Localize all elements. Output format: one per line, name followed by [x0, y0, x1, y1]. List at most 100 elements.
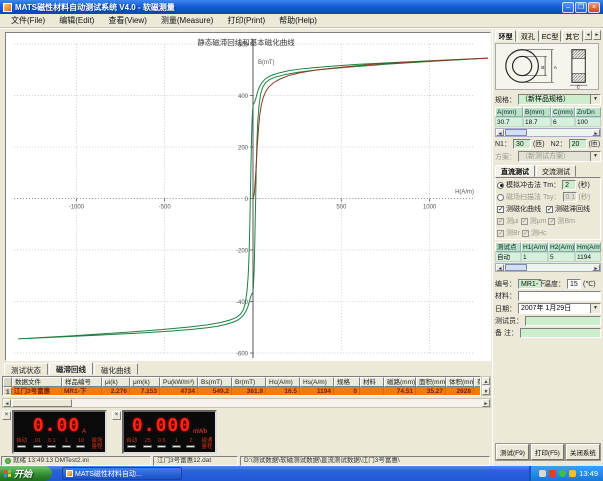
scroll-right-icon[interactable]: ►	[592, 129, 600, 136]
dim-zn[interactable]: 100	[575, 117, 601, 127]
tsy-input[interactable]: 0.1	[563, 192, 577, 202]
point-h2[interactable]: 5	[548, 252, 575, 262]
range-auto[interactable]: 自动	[126, 438, 137, 448]
tab-test-status[interactable]: 测试状态	[4, 363, 48, 375]
menu-file[interactable]: 文件(File)	[4, 14, 52, 27]
material-input[interactable]	[518, 291, 601, 301]
impulse-method-radio[interactable]	[497, 182, 504, 189]
dim-c[interactable]: 6	[551, 117, 575, 127]
dims-scrollbar[interactable]: ◄ ►	[495, 128, 601, 137]
col-header[interactable]: Pu(kW/m³)	[160, 377, 198, 387]
n1-input[interactable]: 30	[513, 139, 531, 149]
tm-input[interactable]: 2	[562, 180, 576, 190]
measure-hc-checkbox[interactable]: ✓	[522, 230, 529, 237]
menu-edit[interactable]: 编辑(Edit)	[52, 14, 101, 27]
tab-dc-test[interactable]: 直流测试	[495, 165, 535, 177]
date-picker[interactable]: 2007年 1月29日 ▼	[518, 303, 601, 314]
points-scrollbar[interactable]: ◄ ►	[495, 263, 601, 272]
range-0-5[interactable]: 0.5	[157, 438, 166, 448]
col-header[interactable]: Bs(mT)	[198, 377, 232, 387]
measure-ui-checkbox[interactable]: ✓	[497, 218, 504, 225]
col-header[interactable]: Hs(A/m)	[300, 377, 334, 387]
spec-combobox[interactable]: （新样品规格） ▼	[518, 94, 601, 105]
range-2[interactable]: 2	[186, 438, 195, 448]
sweep-method-radio[interactable]	[497, 194, 504, 201]
menu-help[interactable]: 帮助(Help)	[272, 14, 324, 27]
col-header[interactable]: 规格	[334, 377, 360, 387]
measure-br-checkbox[interactable]: ✓	[497, 230, 504, 237]
measure-um-checkbox[interactable]: ✓	[521, 218, 528, 225]
scroll-left-icon[interactable]: ◄	[3, 399, 11, 407]
range-0-1[interactable]: 0.1	[47, 438, 56, 448]
tab-hysteresis-loop[interactable]: 磁滞回线	[49, 362, 93, 375]
scrollbar-thumb[interactable]	[12, 399, 72, 407]
measure-mag-curve-checkbox[interactable]: ✓	[497, 206, 504, 213]
scroll-up-icon[interactable]: ▲	[482, 377, 490, 385]
tray-icon-4[interactable]	[569, 470, 576, 477]
chevron-down-icon[interactable]: ▼	[590, 152, 600, 161]
restore-button[interactable]: ❐	[575, 2, 587, 13]
chevron-down-icon[interactable]: ▼	[590, 304, 600, 313]
range-auto[interactable]: 自动	[16, 438, 27, 448]
shutdown-button[interactable]: 关闭系统	[566, 444, 600, 460]
range-01[interactable]: .01	[33, 438, 42, 448]
measure-bm-checkbox[interactable]: ✓	[548, 218, 555, 225]
sample-id-input[interactable]: MR1-下	[518, 279, 542, 289]
col-header[interactable]: 材料	[360, 377, 384, 387]
menu-view[interactable]: 查看(View)	[101, 14, 154, 27]
field-meter-close-icon[interactable]: ×	[2, 411, 11, 420]
menu-print[interactable]: 打印(Print)	[220, 14, 272, 27]
table-row[interactable]: 1 江门3号富惠 MR1-下 2.276 7.153 4734 549.2 36…	[3, 387, 481, 396]
tab-double-hole[interactable]: 双孔	[517, 30, 538, 42]
tray-icon-2[interactable]	[549, 470, 556, 477]
note-input[interactable]	[520, 328, 601, 338]
scroll-left-icon[interactable]: ◄	[496, 129, 504, 136]
tabs-scroll-right-icon[interactable]: ►	[593, 30, 601, 40]
close-button[interactable]: ×	[588, 2, 600, 13]
tester-input[interactable]	[525, 316, 601, 326]
dim-a[interactable]: 30.7	[495, 117, 523, 127]
start-button[interactable]: 开始	[0, 466, 52, 481]
range-10[interactable]: 10	[76, 438, 85, 448]
taskbar-item-mats[interactable]: MATS磁性材料自动...	[62, 467, 182, 480]
col-header[interactable]: Br(mT)	[232, 377, 266, 387]
col-header[interactable]: 体积(mm^3)	[446, 377, 474, 387]
test-button[interactable]: 测试(F9)	[496, 444, 529, 460]
point-h1[interactable]: 1	[521, 252, 548, 262]
point-hm[interactable]: 1194	[575, 252, 601, 262]
minimize-button[interactable]: –	[562, 2, 574, 13]
tab-other[interactable]: 其它	[562, 30, 583, 42]
tabs-scroll-left-icon[interactable]: ◄	[584, 30, 592, 40]
scheme-combobox[interactable]: （新测试方案） ▼	[518, 151, 601, 162]
tab-ec-core[interactable]: EC型	[540, 30, 561, 42]
scroll-right-icon[interactable]: ►	[482, 399, 490, 407]
col-header[interactable]: Hc(A/m)	[266, 377, 300, 387]
table-vertical-scrollbar[interactable]: ▲ ▼	[481, 376, 491, 396]
point-mode[interactable]: 自动	[495, 252, 521, 262]
range-1[interactable]: 1	[62, 438, 71, 448]
scroll-right-icon[interactable]: ►	[592, 264, 600, 271]
tray-icon-3[interactable]	[559, 470, 566, 477]
temp-input[interactable]: 15	[567, 279, 581, 289]
tab-magnetization-curve[interactable]: 磁化曲线	[94, 363, 138, 375]
col-header[interactable]: 面积(mm^2)	[416, 377, 446, 387]
print-button[interactable]: 打印(F5)	[531, 444, 564, 460]
chevron-down-icon[interactable]: ▼	[590, 95, 600, 104]
tab-toroid[interactable]: 环型	[495, 30, 516, 42]
col-header[interactable]: 数据文件	[12, 377, 62, 387]
table-horizontal-scrollbar[interactable]: ◄ ►	[2, 398, 491, 408]
scroll-left-icon[interactable]: ◄	[496, 264, 504, 271]
range-25[interactable]: .25	[143, 438, 152, 448]
col-header[interactable]: 样品编号	[62, 377, 102, 387]
menu-measure[interactable]: 测量(Measure)	[154, 14, 220, 27]
dim-b[interactable]: 18.7	[523, 117, 551, 127]
scroll-down-icon[interactable]: ▼	[482, 387, 490, 395]
col-header[interactable]: μi(k)	[102, 377, 130, 387]
col-header[interactable]: 有效质量(g)	[474, 377, 481, 387]
range-1[interactable]: 1	[172, 438, 181, 448]
tab-ac-test[interactable]: 交流测试	[536, 165, 576, 177]
n2-input[interactable]: 20	[569, 139, 587, 149]
col-header[interactable]: 磁路(mm)	[384, 377, 416, 387]
flux-meter-close-icon[interactable]: ×	[112, 411, 121, 420]
tray-icon-1[interactable]	[539, 470, 546, 477]
